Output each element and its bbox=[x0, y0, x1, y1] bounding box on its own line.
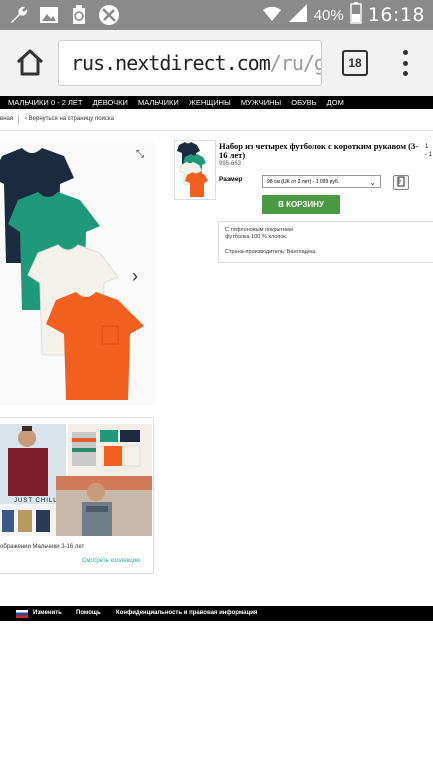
product-description: С тефлоновым покрытием футболка 100 % хл… bbox=[218, 221, 433, 263]
recycle-icon bbox=[68, 4, 90, 26]
description-line: С тефлоновым покрытием bbox=[225, 227, 293, 233]
price-edge: 1 - 1 bbox=[425, 144, 433, 158]
tab-switcher-button[interactable]: 18 bbox=[342, 50, 368, 76]
nav-item-girls[interactable]: ДЕВОЧКИ bbox=[93, 96, 128, 109]
privacy-link[interactable]: Конфиденциальность и правовая информация bbox=[116, 610, 257, 616]
product-code: 995-663 bbox=[219, 161, 242, 167]
site-footer: Изменить Помощь Конфиденциальность и пра… bbox=[0, 606, 433, 621]
collection-label: ображении Мальчики 3-16 лет bbox=[0, 544, 85, 550]
clock: 16:18 bbox=[367, 4, 425, 26]
nav-item-home[interactable]: ДОМ bbox=[327, 96, 344, 109]
collection-promo[interactable]: JUST CHILL bbox=[0, 417, 154, 574]
size-guide-button[interactable] bbox=[393, 175, 409, 190]
nav-item-boys[interactable]: МАЛЬЧИКИ bbox=[138, 96, 179, 109]
product-title: Набор из четырех футболок с коротким рук… bbox=[219, 141, 419, 160]
nav-item-men[interactable]: МУЖЧИНЫ bbox=[241, 96, 281, 109]
home-button[interactable] bbox=[14, 47, 46, 79]
battery-icon bbox=[350, 2, 362, 28]
nav-item-shoes[interactable]: ОБУВЬ bbox=[291, 96, 316, 109]
breadcrumb-home-link[interactable]: вная bbox=[0, 116, 13, 122]
overflow-menu-button[interactable] bbox=[400, 50, 410, 76]
change-country-link[interactable]: Изменить bbox=[33, 610, 62, 616]
url-path: /ru/g536 bbox=[269, 51, 321, 75]
country-of-origin: Страна-производитель: Бангладеш bbox=[225, 249, 316, 255]
help-link[interactable]: Помощь bbox=[76, 610, 101, 616]
size-label: Размер bbox=[219, 176, 243, 183]
view-collection-link[interactable]: Смотреть коллекцию bbox=[82, 558, 141, 564]
wrench-icon bbox=[8, 4, 30, 26]
battery-percent: 40% bbox=[313, 6, 344, 24]
back-to-search-link[interactable]: Вернуться на страницу поиска bbox=[25, 116, 114, 122]
home-icon bbox=[16, 49, 44, 76]
status-bar: 40% 16:18 bbox=[0, 0, 433, 30]
image-icon bbox=[38, 4, 60, 26]
url-bar[interactable]: rus.nextdirect.com/ru/g536 bbox=[58, 40, 322, 86]
ruler-icon bbox=[397, 176, 405, 187]
russia-flag-icon[interactable] bbox=[16, 610, 28, 618]
nav-item-women[interactable]: ЖЕНЩИНЫ bbox=[189, 96, 231, 109]
collection-banner-text: JUST CHILL bbox=[14, 498, 58, 504]
expand-icon[interactable]: ⤡ bbox=[136, 150, 146, 160]
product-thumbnail[interactable] bbox=[174, 140, 216, 200]
signal-icon bbox=[288, 3, 308, 27]
no-tools-icon bbox=[98, 4, 120, 26]
description-line: футболка 100 % хлопок. bbox=[225, 234, 288, 240]
nav-item-boys-0-2[interactable]: МАЛЬЧИКИ 0 - 2 ЛЕТ bbox=[8, 96, 83, 109]
breadcrumb: вная Вернуться на страницу поиска bbox=[0, 113, 433, 127]
wifi-icon bbox=[262, 4, 282, 26]
chevron-down-icon: ⌄ bbox=[369, 178, 376, 187]
add-to-cart-button[interactable]: В КОРЗИНУ bbox=[262, 195, 340, 214]
site-nav: МАЛЬЧИКИ 0 - 2 ЛЕТ ДЕВОЧКИ МАЛЬЧИКИ ЖЕНЩ… bbox=[0, 96, 433, 109]
size-select[interactable]: 98 см (UK от 3 лет) - 1 099 руб. ⌄ bbox=[262, 175, 381, 188]
url-host: rus.nextdirect.com bbox=[71, 51, 271, 75]
browser-toolbar: rus.nextdirect.com/ru/g536 18 bbox=[0, 30, 433, 97]
size-select-value: 98 см (UK от 3 лет) - 1 099 руб. bbox=[267, 179, 340, 185]
next-image-arrow[interactable]: › bbox=[132, 266, 138, 287]
divider bbox=[0, 130, 433, 131]
breadcrumb-divider bbox=[18, 115, 19, 124]
collection-image: JUST CHILL bbox=[0, 424, 152, 536]
